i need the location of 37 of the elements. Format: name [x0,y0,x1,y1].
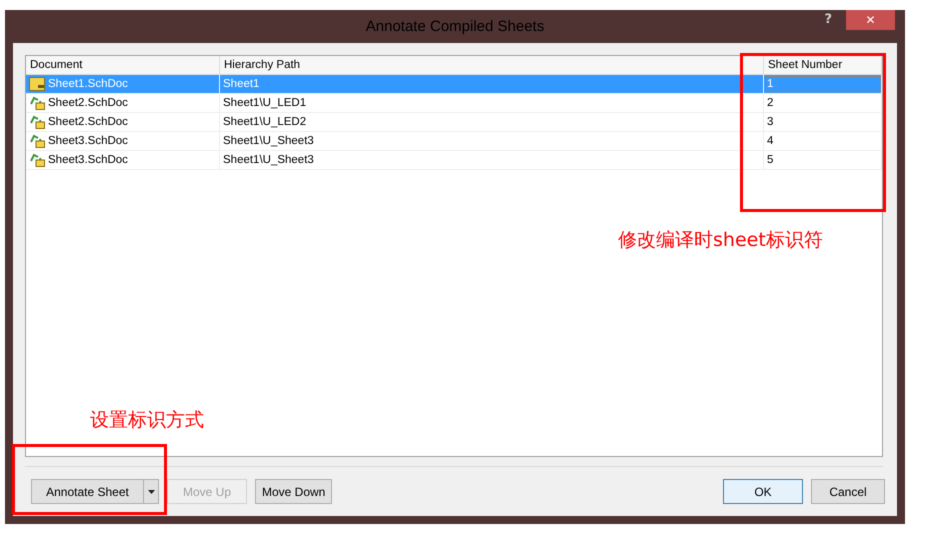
document-icon [29,77,45,91]
linked-document-icon [29,153,45,167]
table-cell: Sheet1\U_Sheet3 [223,154,314,166]
table-cell: Sheet1 [223,78,260,90]
help-button[interactable]: ? [824,12,832,27]
table-cell: 2 [767,97,774,109]
table-row[interactable]: Sheet3.SchDoc Sheet1\U_Sheet3 5 [26,151,882,170]
annotation-text: 修改编译时sheet标识符 [618,228,823,253]
move-down-button[interactable]: Move Down [255,479,332,504]
table-cell: 4 [767,135,774,147]
close-button[interactable]: ✕ [846,10,895,30]
caret-icon [148,490,154,494]
cancel-button[interactable]: Cancel [811,479,885,504]
linked-document-icon [29,134,45,148]
table-row[interactable]: Sheet2.SchDoc Sheet1\U_LED1 2 [26,94,882,113]
window-title: Annotate Compiled Sheets [366,18,544,35]
table-row[interactable]: Sheet3.SchDoc Sheet1\U_Sheet3 4 [26,132,882,151]
table-cell: Sheet1.SchDoc [48,78,128,90]
column-header[interactable]: Document [26,56,220,74]
table-cell: 3 [767,116,774,128]
table-row[interactable]: Sheet2.SchDoc Sheet1\U_LED2 3 [26,113,882,132]
table-cell: Sheet1\U_LED1 [223,97,306,109]
table-cell: 1 [767,78,774,90]
table-cell: Sheet2.SchDoc [48,97,128,109]
column-header[interactable]: Sheet Number [764,56,882,74]
table-cell: Sheet3.SchDoc [48,135,128,147]
linked-document-icon [29,115,45,129]
linked-document-icon [29,96,45,110]
table-cell: Sheet1\U_LED2 [223,116,306,128]
ok-button[interactable]: OK [723,479,803,504]
column-header[interactable]: Hierarchy Path [220,56,764,74]
table-cell: Sheet2.SchDoc [48,116,128,128]
table-cell: 5 [767,154,774,166]
annotate-sheet-button[interactable]: Annotate Sheet [31,479,159,504]
table-cell: Sheet3.SchDoc [48,154,128,166]
annotation-text: 设置标识方式 [90,408,204,433]
table-cell: Sheet1\U_Sheet3 [223,135,314,147]
